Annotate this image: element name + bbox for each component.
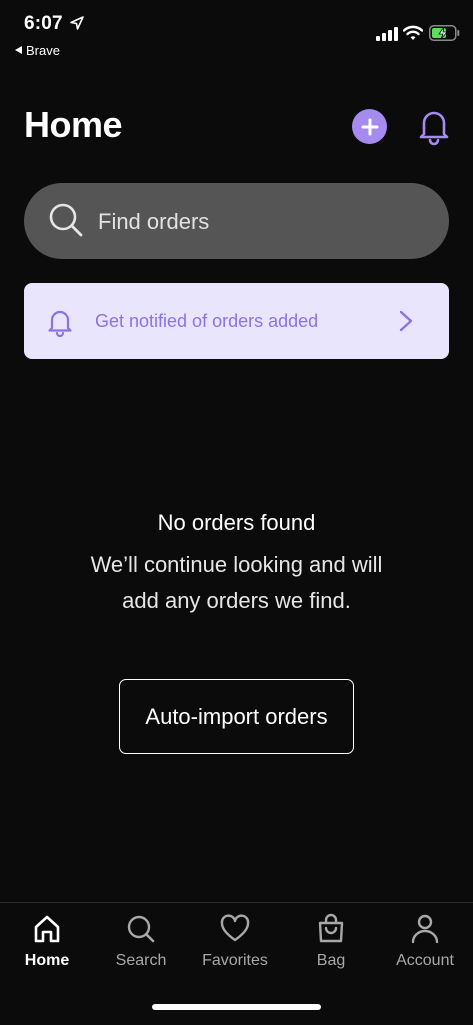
- search-icon: [49, 203, 83, 237]
- back-triangle-icon: [15, 46, 22, 54]
- tab-favorites[interactable]: Favorites: [188, 913, 282, 983]
- heart-icon: [220, 914, 250, 942]
- back-app-label: Brave: [26, 43, 60, 58]
- search-input[interactable]: Find orders: [24, 183, 449, 259]
- location-arrow-icon: [70, 16, 84, 30]
- chevron-right-icon: [399, 310, 413, 332]
- tab-account[interactable]: Account: [378, 913, 472, 983]
- status-time: 6:07: [24, 13, 63, 34]
- search-placeholder: Find orders: [98, 209, 210, 234]
- bell-icon: [48, 310, 72, 337]
- tab-home[interactable]: Home: [0, 913, 94, 983]
- bag-icon: [318, 913, 344, 943]
- notify-orders-banner[interactable]: Get notified of orders added: [24, 283, 449, 359]
- person-icon: [411, 914, 439, 944]
- empty-state-title: No orders found: [157, 510, 316, 535]
- tab-label-home: Home: [24, 952, 70, 969]
- search-icon: [127, 915, 155, 943]
- cellular-signal-icon: [376, 27, 398, 41]
- wifi-icon: [403, 25, 423, 40]
- auto-import-orders-button[interactable]: Auto-import orders: [119, 679, 354, 754]
- tab-bag[interactable]: Bag: [284, 913, 378, 983]
- battery-charging-icon: [429, 25, 460, 41]
- tab-search[interactable]: Search: [94, 913, 188, 983]
- plus-icon: [361, 118, 378, 135]
- add-order-button[interactable]: [352, 109, 387, 144]
- notifications-bell-icon[interactable]: [418, 106, 450, 146]
- empty-state-message: We’ll continue looking and will add any …: [90, 552, 383, 613]
- page-title: Home: [24, 104, 123, 145]
- tab-label-search: Search: [115, 952, 167, 969]
- home-indicator: [152, 1004, 321, 1010]
- notify-banner-text: Get notified of orders added: [95, 311, 319, 331]
- back-to-app-link[interactable]: Brave: [15, 43, 60, 58]
- status-bar: 6:07 Brave: [0, 0, 473, 66]
- tab-label-account: Account: [396, 952, 454, 969]
- tab-label-bag: Bag: [316, 952, 346, 969]
- tab-label-favorites: Favorites: [202, 952, 268, 969]
- home-icon: [34, 915, 60, 943]
